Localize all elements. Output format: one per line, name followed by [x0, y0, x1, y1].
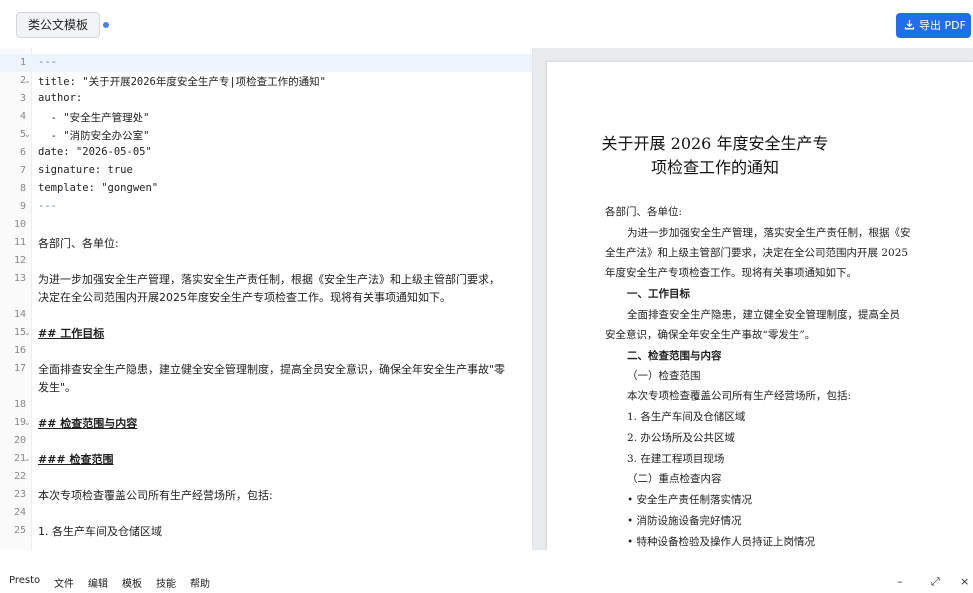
- line-number: 8: [19, 183, 26, 194]
- paragraph-line: 全面排查安全生产隐患，建立健全安全管理制度，提高全员: [627, 309, 900, 321]
- fold-chevron-icon[interactable]: ⌄: [24, 328, 31, 337]
- line-number: 17: [13, 363, 26, 374]
- subsection-heading: （一）检查范围: [627, 370, 701, 382]
- code-line: - "安全生产管理处": [38, 112, 150, 124]
- document-title-line2: 项检查工作的通知: [650, 158, 779, 177]
- salutation: 各部门、各单位:: [605, 206, 683, 218]
- close-icon[interactable]: ×: [960, 575, 969, 588]
- code-line-wrap: 发生"。: [38, 381, 77, 394]
- code-line: date: "2026-05-05": [38, 146, 152, 158]
- paragraph-line: 为进一步加强安全生产管理，落实安全生产责任制，根据《安: [627, 227, 911, 239]
- code-line: author:: [38, 92, 83, 104]
- line-number: 2: [19, 75, 26, 86]
- download-icon: [904, 20, 915, 30]
- section-heading: 一、工作目标: [627, 288, 690, 300]
- active-line-highlight: [0, 54, 532, 72]
- document-title-line1: 关于开展 2026 年度安全生产专: [601, 134, 829, 153]
- top-toolbar: 类公文模板 导出 PDF: [0, 0, 973, 48]
- paragraph-line: 本次专项检查覆盖公司所有生产经营场所，包括:: [627, 390, 852, 402]
- code-line-heading: ### 检查范围: [38, 453, 114, 466]
- menu-bar: Presto 文件 编辑 模板 技能 帮助 – ⤢ ×: [0, 568, 973, 593]
- template-select-button[interactable]: 类公文模板: [16, 12, 101, 38]
- subsection-heading: （二）重点检查内容: [627, 473, 722, 485]
- line-number: 4: [19, 111, 26, 122]
- line-number: 10: [13, 219, 26, 230]
- code-line: - "消防安全办公室": [38, 130, 150, 142]
- export-pdf-label: 导出 PDF: [919, 19, 966, 32]
- code-line: ---: [38, 200, 57, 212]
- list-item: 1. 各生产车间及仓储区域: [627, 411, 746, 423]
- line-number: 9: [19, 201, 26, 212]
- fold-chevron-icon[interactable]: ⌄: [24, 76, 31, 85]
- menu-template[interactable]: 模板: [122, 575, 142, 590]
- line-number: 12: [13, 255, 26, 266]
- line-number: 20: [13, 435, 26, 446]
- app-name: Presto: [9, 575, 41, 586]
- bullet-item: • 特种设备检验及操作人员持证上岗情况: [627, 536, 816, 548]
- line-number: 5: [19, 129, 26, 140]
- minimize-icon[interactable]: –: [897, 575, 903, 588]
- code-line: template: "gongwen": [38, 182, 159, 194]
- line-number: 6: [19, 147, 26, 158]
- code-line: signature: true: [38, 164, 133, 176]
- code-line-wrap: 决定在全公司范围内开展2025年度安全生产专项检查工作。现将有关事项通知如下。: [38, 291, 451, 304]
- pdf-preview-pane[interactable]: 关于开展 2026 年度安全生产专 项检查工作的通知 各部门、各单位: 为进一步…: [533, 48, 973, 550]
- line-number: 23: [13, 489, 26, 500]
- line-number: 19: [13, 417, 26, 428]
- menu-skills[interactable]: 技能: [156, 575, 176, 590]
- line-number: 24: [13, 507, 26, 518]
- preview-page: 关于开展 2026 年度安全生产专 项检查工作的通知 各部门、各单位: 为进一步…: [547, 62, 973, 550]
- menu-edit[interactable]: 编辑: [88, 575, 108, 590]
- unsaved-indicator: [103, 22, 109, 28]
- line-number: 14: [13, 309, 26, 320]
- line-number: 22: [13, 471, 26, 482]
- paragraph-line: 年度安全生产专项检查工作。现将有关事项通知如下。: [605, 267, 857, 279]
- fold-chevron-icon[interactable]: ⌄: [24, 454, 31, 463]
- line-number: 25: [13, 525, 26, 536]
- code-line: 各部门、各单位:: [38, 237, 119, 250]
- maximize-icon[interactable]: ⤢: [931, 575, 940, 589]
- code-line: 1. 各生产车间及仓储区域: [38, 525, 162, 538]
- code-line-heading: ## 检查范围与内容: [38, 417, 138, 430]
- code-line-heading: ## 工作目标: [38, 327, 105, 340]
- list-item: 2. 办公场所及公共区域: [627, 432, 735, 444]
- bullet-item: • 消防设施设备完好情况: [627, 515, 742, 527]
- line-number: 18: [13, 399, 26, 410]
- code-line: 全面排查安全生产隐患，建立健全安全管理制度，提高全员安全意识，确保全年安全生产事…: [38, 363, 506, 376]
- code-line: 本次专项检查覆盖公司所有生产经营场所，包括:: [38, 489, 273, 502]
- code-line: title: "关于开展2026年度安全生产专|项检查工作的通知": [38, 76, 327, 88]
- line-number: 7: [19, 165, 26, 176]
- fold-chevron-icon[interactable]: ⌄: [24, 418, 31, 427]
- document-title: 关于开展 2026 年度安全生产专 项检查工作的通知: [547, 132, 883, 180]
- code-line: ---: [38, 56, 57, 68]
- menu-file[interactable]: 文件: [54, 575, 74, 590]
- paragraph-line: 全生产法》和上级主管部门要求，决定在全公司范围内开展 2025: [605, 247, 909, 259]
- section-heading: 二、检查范围与内容: [627, 350, 722, 362]
- code-line: 为进一步加强安全生产管理，落实安全生产责任制，根据《安全生产法》和上级主管部门要…: [38, 273, 500, 286]
- markdown-editor[interactable]: 1 --- 2 ⌄ title: "关于开展2026年度安全生产专|项检查工作的…: [0, 48, 533, 550]
- line-number: 16: [13, 345, 26, 356]
- line-number: 11: [13, 237, 26, 248]
- bullet-item: • 安全生产责任制落实情况: [627, 494, 753, 506]
- export-pdf-button[interactable]: 导出 PDF: [896, 13, 971, 38]
- menu-help[interactable]: 帮助: [190, 575, 210, 590]
- line-number: 1: [19, 57, 26, 68]
- line-number: 21: [13, 453, 26, 464]
- line-number: 3: [19, 93, 26, 104]
- fold-chevron-icon[interactable]: ⌄: [24, 130, 31, 139]
- line-number: 15: [13, 327, 26, 338]
- paragraph-line: 安全意识，确保全年安全生产事故“零发生”。: [605, 329, 816, 341]
- list-item: 3. 在建工程项目现场: [627, 453, 725, 465]
- line-number: 13: [13, 273, 26, 284]
